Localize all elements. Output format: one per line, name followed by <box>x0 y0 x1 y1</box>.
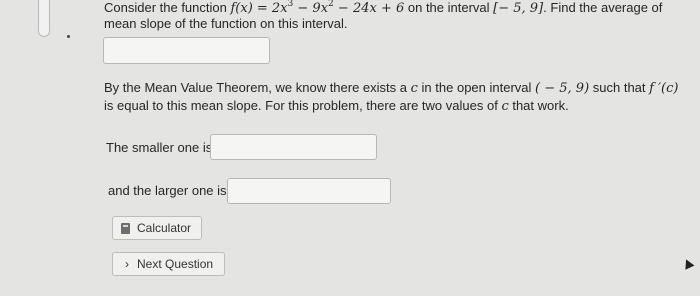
closed-interval: [− 5, 9] <box>493 1 544 16</box>
exponent-2: 2 <box>328 0 334 9</box>
mvt-text-c: such that <box>592 80 646 95</box>
next-question-button[interactable]: › Next Question <box>112 252 225 276</box>
chevron-right-icon: › <box>125 257 129 271</box>
mvt-c-2: c <box>501 99 509 114</box>
mvt-text-e: that work. <box>512 98 569 113</box>
term-3: − 24x + 6 <box>337 1 405 16</box>
bullet-dot <box>67 35 70 38</box>
problem-line-1: Consider the function f(x) = 2x3 − 9x2 −… <box>104 0 662 17</box>
f-prime-c: f ′(c) <box>649 81 679 96</box>
calculator-icon <box>121 222 130 234</box>
calculator-label: Calculator <box>137 221 192 235</box>
mouse-cursor-icon <box>681 257 695 270</box>
term-2: − 9x <box>297 1 329 16</box>
mvt-line-2: is equal to this mean slope. For this pr… <box>104 98 569 115</box>
next-question-label: Next Question <box>137 257 214 271</box>
question-marker <box>38 0 50 37</box>
mvt-text-b: in the open interval <box>421 80 532 95</box>
mvt-c: c <box>410 81 418 96</box>
mvt-line-1: By the Mean Value Theorem, we know there… <box>104 80 678 97</box>
interval-text: on the interval <box>407 0 490 15</box>
problem-line-2: mean slope of the function on this inter… <box>104 16 348 31</box>
larger-label: and the larger one is <box>108 183 227 198</box>
find-average-text: . Find the average of <box>543 0 663 15</box>
function-expression: f(x) = 2x3 − 9x2 − 24x + 6 <box>230 0 405 16</box>
exponent-3: 3 <box>287 0 294 9</box>
question-page: Consider the function f(x) = 2x3 − 9x2 −… <box>0 0 700 296</box>
mvt-text-d: is equal to this mean slope. For this pr… <box>104 98 498 113</box>
intro-text: Consider the function <box>104 0 227 15</box>
smaller-label: The smaller one is <box>106 140 213 155</box>
function-base: f(x) = 2x <box>230 1 288 16</box>
mean-slope-input[interactable] <box>103 37 270 64</box>
larger-value-input[interactable] <box>227 178 391 204</box>
mvt-text-a: By the Mean Value Theorem, we know there… <box>104 80 408 95</box>
open-interval: ( − 5, 9) <box>535 81 590 96</box>
calculator-button[interactable]: Calculator <box>112 216 202 240</box>
smaller-value-input[interactable] <box>210 134 377 160</box>
